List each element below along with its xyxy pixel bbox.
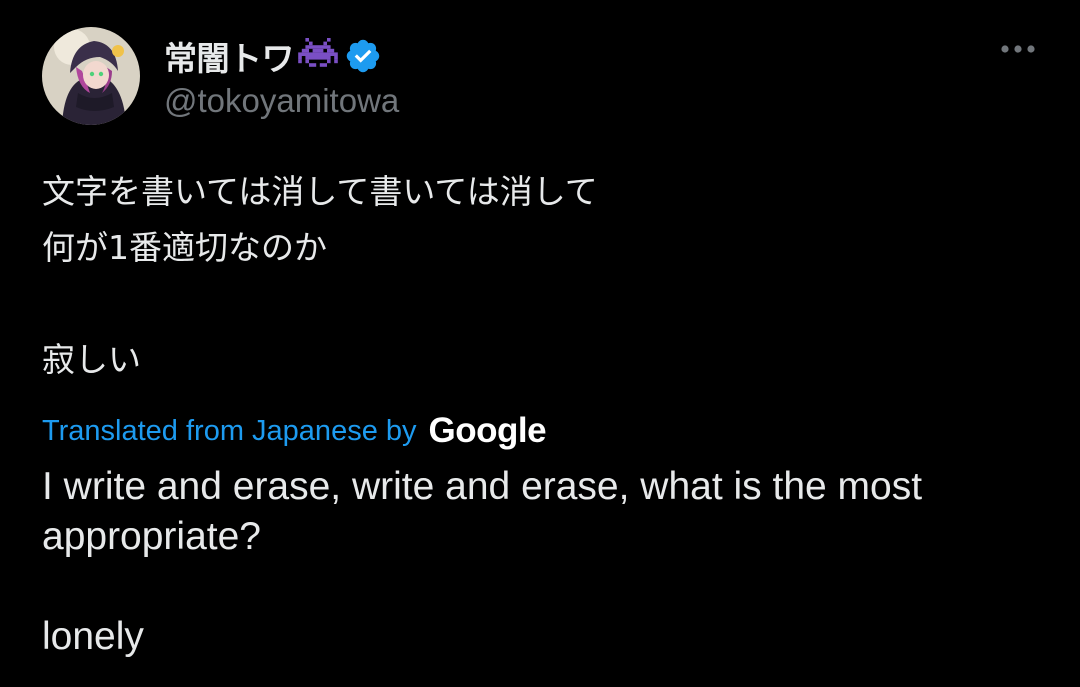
- more-horizontal-icon: [1001, 45, 1035, 53]
- avatar-image: [42, 27, 140, 125]
- translated-text: I write and erase, write and erase, what…: [42, 465, 923, 658]
- display-name[interactable]: 常闇トワ: [164, 32, 295, 80]
- google-logo: Google: [428, 411, 547, 450]
- avatar[interactable]: [42, 27, 140, 125]
- name-row: 常闇トワ: [164, 32, 399, 80]
- space-invader-icon: [298, 38, 338, 74]
- tweet-text: 文字を書いては消して書いては消して 何が1番適切なのか 寂しい: [42, 172, 598, 379]
- more-options-button[interactable]: [998, 34, 1038, 64]
- tweet: 常闇トワ @tokoyamitowa 文字を書いては消して書いては消して 何が1…: [0, 0, 1080, 687]
- author-handle[interactable]: @tokoyamitowa: [164, 82, 399, 120]
- tweet-header: 常闇トワ @tokoyamitowa: [42, 26, 399, 126]
- translated-from-label: Translated from Japanese by: [42, 414, 417, 447]
- translation-attribution[interactable]: Translated from Japanese by Google: [42, 408, 547, 454]
- author-names: 常闇トワ @tokoyamitowa: [164, 32, 399, 120]
- verified-badge-icon[interactable]: [344, 37, 382, 75]
